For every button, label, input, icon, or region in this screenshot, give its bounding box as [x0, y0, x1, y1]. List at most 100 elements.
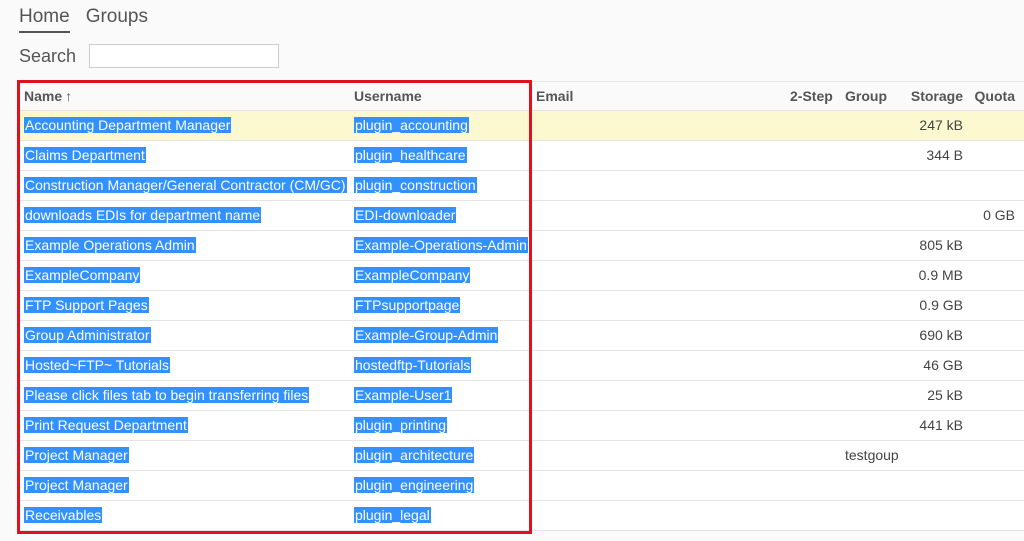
- table-row[interactable]: Hosted~FTP~ Tutorials hostedftp-Tutorials…: [19, 351, 1024, 381]
- column-header-username[interactable]: Username: [354, 82, 422, 111]
- cell-username: FTPsupportpage: [354, 291, 461, 320]
- cell-name-text: Example Operations Admin: [24, 237, 196, 253]
- cell-storage: 46 GB: [923, 351, 963, 380]
- table-row[interactable]: Please click files tab to begin transfer…: [19, 381, 1024, 411]
- cell-username: plugin_legal: [354, 501, 431, 530]
- cell-username: EDI-downloader: [354, 201, 457, 230]
- cell-name-text: FTP Support Pages: [24, 297, 149, 313]
- cell-username-text: FTPsupportpage: [354, 297, 461, 313]
- table-row[interactable]: Project Manager plugin_architecture testgo…: [19, 441, 1024, 471]
- table-row[interactable]: FTP Support Pages FTPsupportpage 0.9 GB: [19, 291, 1024, 321]
- user-list-page: Home Groups Search Name ↑ Username Email …: [0, 0, 1024, 541]
- cell-username: Example-Group-Admin: [354, 321, 499, 350]
- cell-username-text: plugin_healthcare: [354, 147, 467, 163]
- cell-name: Group Administrator: [24, 321, 151, 350]
- table-row[interactable]: Example Operations Admin Example-Operatio…: [19, 231, 1024, 261]
- table-row[interactable]: Construction Manager/General Contractor …: [19, 171, 1024, 201]
- table-body: Accounting Department Manager plugin_acco…: [19, 111, 1024, 531]
- cell-username-text: plugin_engineering: [354, 477, 475, 493]
- cell-name-text: downloads EDIs for department name: [24, 207, 262, 223]
- column-header-group[interactable]: Group: [845, 82, 887, 111]
- cell-name: ExampleCompany: [24, 261, 141, 290]
- nav-groups-link[interactable]: Groups: [86, 5, 148, 33]
- cell-name: Print Request Department: [24, 411, 188, 440]
- table-row[interactable]: Project Manager plugin_engineering: [19, 471, 1024, 501]
- cell-name-text: Print Request Department: [24, 417, 188, 433]
- cell-storage: 25 kB: [927, 381, 963, 410]
- column-header-name-label: Name: [24, 88, 63, 104]
- cell-name-text: Hosted~FTP~ Tutorials: [24, 357, 170, 373]
- cell-username-text: plugin_construction: [354, 177, 477, 193]
- cell-name: FTP Support Pages: [24, 291, 149, 320]
- search-bar: Search: [19, 44, 280, 68]
- cell-storage: 805 kB: [919, 231, 963, 260]
- cell-name-text: Claims Department: [24, 147, 146, 163]
- cell-storage: 247 kB: [919, 111, 963, 140]
- cell-username-text: plugin_printing: [354, 417, 448, 433]
- column-header-storage[interactable]: Storage: [911, 82, 963, 111]
- cell-name: Project Manager: [24, 441, 129, 470]
- cell-name-text: Project Manager: [24, 447, 129, 463]
- cell-storage-text: 805 kB: [919, 237, 963, 253]
- cell-username: ExampleCompany: [354, 261, 471, 290]
- cell-username-text: hostedftp-Tutorials: [354, 357, 472, 373]
- column-header-quota[interactable]: Quota: [975, 82, 1015, 111]
- table-row[interactable]: Claims Department plugin_healthcare 344 B: [19, 141, 1024, 171]
- table-row[interactable]: Accounting Department Manager plugin_acco…: [19, 111, 1024, 141]
- table-row[interactable]: ExampleCompany ExampleCompany 0.9 MB: [19, 261, 1024, 291]
- cell-storage: 0.9 GB: [919, 291, 963, 320]
- cell-username: plugin_construction: [354, 171, 477, 200]
- cell-username-text: plugin_accounting: [354, 117, 469, 133]
- cell-quota-text: 0 GB: [983, 207, 1015, 223]
- table-row[interactable]: Receivables plugin_legal: [19, 501, 1024, 531]
- cell-username-text: plugin_architecture: [354, 447, 475, 463]
- cell-name-text: ExampleCompany: [24, 267, 141, 283]
- cell-storage-text: 441 kB: [919, 417, 963, 433]
- cell-username: hostedftp-Tutorials: [354, 351, 472, 380]
- cell-group: testgoup: [845, 441, 899, 470]
- cell-storage: 690 kB: [919, 321, 963, 350]
- cell-name-text: Project Manager: [24, 477, 129, 493]
- cell-storage-text: 247 kB: [919, 117, 963, 133]
- column-header-email[interactable]: Email: [536, 82, 573, 111]
- cell-username-text: ExampleCompany: [354, 267, 471, 283]
- cell-username-text: Example-Group-Admin: [354, 327, 499, 343]
- cell-name-text: Receivables: [24, 507, 103, 523]
- cell-storage-text: 46 GB: [923, 357, 963, 373]
- cell-name-text: Accounting Department Manager: [24, 117, 232, 133]
- cell-name-text: Please click files tab to begin transfer…: [24, 387, 310, 403]
- cell-username: plugin_accounting: [354, 111, 469, 140]
- sort-ascending-icon: ↑: [65, 88, 73, 104]
- cell-username-text: Example-User1: [354, 387, 453, 403]
- column-header-2step[interactable]: 2-Step: [790, 82, 833, 111]
- cell-username: Example-Operations-Admin: [354, 231, 528, 260]
- users-table: Name ↑ Username Email 2-Step Group Storag…: [19, 81, 1024, 531]
- cell-storage: 344 B: [926, 141, 963, 170]
- cell-name: downloads EDIs for department name: [24, 201, 262, 230]
- cell-username: Example-User1: [354, 381, 453, 410]
- cell-name-text: Group Administrator: [24, 327, 151, 343]
- search-input[interactable]: [89, 44, 280, 68]
- table-row[interactable]: downloads EDIs for department name EDI-do…: [19, 201, 1024, 231]
- cell-username: plugin_healthcare: [354, 141, 467, 170]
- cell-name: Construction Manager/General Contractor …: [24, 171, 347, 200]
- cell-username-text: EDI-downloader: [354, 207, 457, 223]
- cell-storage: 441 kB: [919, 411, 963, 440]
- cell-quota: 0 GB: [983, 201, 1015, 230]
- search-label: Search: [19, 45, 77, 66]
- table-header: Name ↑ Username Email 2-Step Group Storag…: [19, 81, 1024, 111]
- column-header-name[interactable]: Name ↑: [24, 82, 72, 111]
- cell-storage-text: 0.9 MB: [918, 267, 963, 283]
- cell-username: plugin_architecture: [354, 441, 475, 470]
- nav-home-link[interactable]: Home: [19, 5, 70, 33]
- cell-username: plugin_engineering: [354, 471, 475, 500]
- cell-username-text: plugin_legal: [354, 507, 431, 523]
- cell-name: Project Manager: [24, 471, 129, 500]
- cell-name-text: Construction Manager/General Contractor …: [24, 177, 347, 193]
- table-row[interactable]: Print Request Department plugin_printing 4…: [19, 411, 1024, 441]
- cell-storage-text: 0.9 GB: [919, 297, 963, 313]
- table-row[interactable]: Group Administrator Example-Group-Admin 69…: [19, 321, 1024, 351]
- cell-name: Example Operations Admin: [24, 231, 196, 260]
- cell-storage-text: 25 kB: [927, 387, 963, 403]
- cell-name: Hosted~FTP~ Tutorials: [24, 351, 170, 380]
